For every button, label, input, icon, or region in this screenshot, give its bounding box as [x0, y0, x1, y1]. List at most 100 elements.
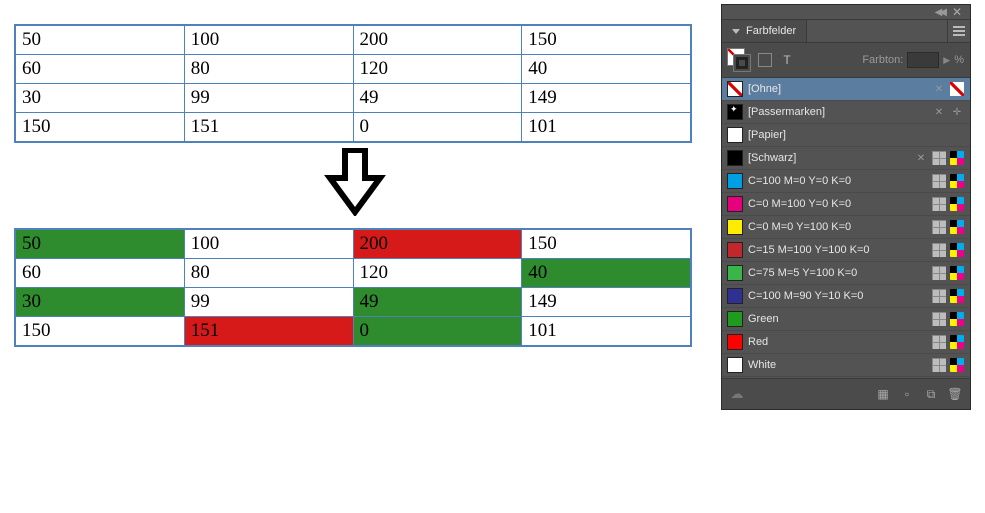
- table-cell: 101: [522, 113, 691, 142]
- swatch-badges: [932, 197, 964, 211]
- lock-icon: [914, 151, 928, 165]
- swatch-badges: [932, 220, 964, 234]
- swatch-row[interactable]: C=100 M=0 Y=0 K=0: [722, 170, 970, 193]
- swatch-row[interactable]: [Papier]: [722, 124, 970, 147]
- table-cell: 150: [16, 317, 185, 346]
- cmyk-icon: [950, 289, 964, 303]
- cmyk-icon: [950, 312, 964, 326]
- table-cell: 200: [353, 230, 522, 259]
- swatches-panel: ◀◀ ✕ Farbfelder T Farbton: ▶ % [Ohne] [Pa…: [722, 5, 970, 409]
- swatch-name: [Schwarz]: [748, 152, 908, 164]
- table-cell: 40: [522, 55, 691, 84]
- swatch-row[interactable]: White: [722, 354, 970, 377]
- new-swatch-icon[interactable]: ▫: [900, 387, 914, 401]
- swatch-badges: [932, 358, 964, 372]
- panel-tab[interactable]: Farbfelder: [722, 20, 807, 42]
- table-cell: 99: [184, 84, 353, 113]
- chevron-down-icon: [732, 29, 740, 34]
- text-formatting-icon[interactable]: T: [780, 53, 794, 67]
- tint-unit: %: [954, 54, 964, 66]
- swatch-name: C=0 M=100 Y=0 K=0: [748, 198, 926, 210]
- swatch-color-icon: [728, 312, 742, 326]
- swatch-row[interactable]: C=0 M=0 Y=100 K=0: [722, 216, 970, 239]
- global-icon: [932, 220, 946, 234]
- tint-input[interactable]: [907, 52, 939, 68]
- cmyk-icon: [950, 220, 964, 234]
- swatch-name: Red: [748, 336, 926, 348]
- swatch-color-icon: [728, 82, 742, 96]
- swatch-row[interactable]: C=15 M=100 Y=100 K=0: [722, 239, 970, 262]
- swatch-name: [Papier]: [748, 129, 958, 141]
- table-cell: 151: [184, 113, 353, 142]
- swatch-badges: [914, 151, 964, 165]
- panel-topbar: ◀◀ ✕: [722, 5, 970, 20]
- swatch-row[interactable]: C=0 M=100 Y=0 K=0: [722, 193, 970, 216]
- cmyk-icon: [950, 335, 964, 349]
- swatch-badges: [932, 82, 964, 96]
- global-icon: [932, 243, 946, 257]
- swatch-row[interactable]: [Ohne]: [722, 78, 970, 101]
- swatch-color-icon: [728, 289, 742, 303]
- swatch-name: [Passermarken]: [748, 106, 926, 118]
- duplicate-icon[interactable]: ⧉: [924, 387, 938, 401]
- table-cell: 150: [16, 113, 185, 142]
- swatch-badges: [932, 174, 964, 188]
- registration-icon: ✛: [950, 105, 964, 119]
- table-cell: 149: [522, 84, 691, 113]
- table-cell: 100: [184, 26, 353, 55]
- table-cell: 49: [353, 288, 522, 317]
- new-group-icon[interactable]: ▦: [876, 387, 890, 401]
- swatch-row[interactable]: Green: [722, 308, 970, 331]
- swatch-color-icon: [728, 220, 742, 234]
- global-icon: [932, 174, 946, 188]
- table-cell: 0: [353, 113, 522, 142]
- cmyk-icon: [950, 243, 964, 257]
- container-formatting-icon[interactable]: [758, 53, 772, 67]
- table-cell: 150: [522, 230, 691, 259]
- panel-menu-button[interactable]: [947, 20, 970, 42]
- menu-icon: [953, 26, 965, 36]
- table-cell: 101: [522, 317, 691, 346]
- swatch-row[interactable]: C=75 M=5 Y=100 K=0: [722, 262, 970, 285]
- fill-stroke-icon[interactable]: [728, 49, 750, 71]
- cmyk-icon: [950, 174, 964, 188]
- panel-toolbar: T Farbton: ▶ %: [722, 43, 970, 78]
- panel-header: Farbfelder: [722, 20, 970, 43]
- swatch-row[interactable]: [Schwarz]: [722, 147, 970, 170]
- table-cell: 200: [353, 26, 522, 55]
- table-cell: 120: [353, 55, 522, 84]
- swatch-row[interactable]: Red: [722, 331, 970, 354]
- swatch-name: C=75 M=5 Y=100 K=0: [748, 267, 926, 279]
- swatch-color-icon: [728, 197, 742, 211]
- swatch-badges: ✛: [932, 105, 964, 119]
- swatch-badges: [932, 289, 964, 303]
- trash-icon[interactable]: 🗑: [948, 387, 962, 401]
- input-table: 501002001506080120403099491491501510101: [15, 25, 691, 142]
- global-icon: [932, 266, 946, 280]
- swatch-name: [Ohne]: [748, 83, 926, 95]
- uneditable-icon: [950, 82, 964, 96]
- global-icon: [932, 197, 946, 211]
- lock-icon: [932, 105, 946, 119]
- swatch-row[interactable]: C=100 M=90 Y=10 K=0: [722, 285, 970, 308]
- table-cell: 100: [184, 230, 353, 259]
- output-table: 501002001506080120403099491491501510101: [15, 229, 691, 346]
- collapse-icon[interactable]: ◀◀: [935, 7, 944, 18]
- panel-footer: ☁ ▦ ▫ ⧉ 🗑: [722, 378, 970, 409]
- swatch-color-icon: [728, 151, 742, 165]
- swatch-list: [Ohne] [Passermarken] ✛ [Papier] [Schwarz] C=…: [722, 78, 970, 378]
- cloud-icon[interactable]: ☁: [730, 387, 744, 401]
- close-icon[interactable]: ✕: [950, 5, 964, 19]
- table-cell: 30: [16, 288, 185, 317]
- swatch-name: C=0 M=0 Y=100 K=0: [748, 221, 926, 233]
- swatch-color-icon: [728, 128, 742, 142]
- swatch-row[interactable]: [Passermarken] ✛: [722, 101, 970, 124]
- global-icon: [932, 358, 946, 372]
- global-icon: [932, 312, 946, 326]
- chevron-right-icon[interactable]: ▶: [943, 55, 950, 66]
- table-cell: 0: [353, 317, 522, 346]
- cmyk-icon: [950, 266, 964, 280]
- swatch-name: C=15 M=100 Y=100 K=0: [748, 244, 926, 256]
- cmyk-icon: [950, 151, 964, 165]
- global-icon: [932, 335, 946, 349]
